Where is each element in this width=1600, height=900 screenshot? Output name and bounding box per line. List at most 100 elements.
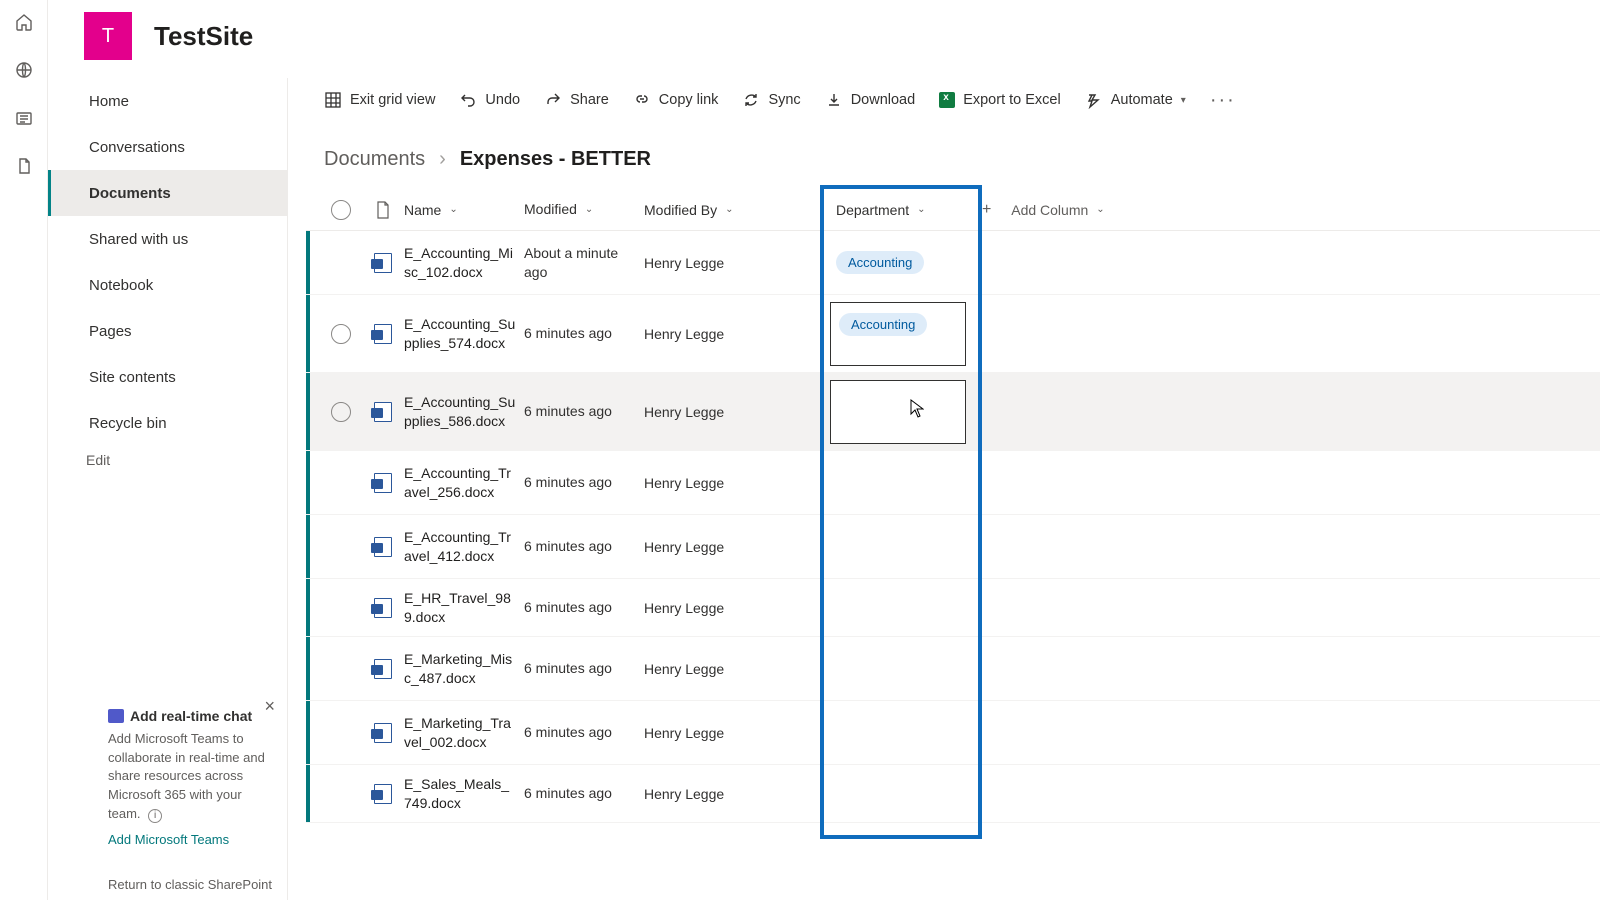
undo-button[interactable]: Undo [459, 91, 520, 109]
department-cell[interactable] [824, 515, 982, 578]
site-header: T TestSite [48, 0, 1600, 72]
modified-by: Henry Legge [644, 451, 824, 514]
file-name[interactable]: E_Accounting_Supplies_574.docx [404, 315, 516, 353]
flow-icon [1085, 91, 1103, 109]
file-name[interactable]: E_HR_Travel_989.docx [404, 589, 516, 627]
table-row[interactable]: E_Accounting_Misc_102.docxAbout a minute… [306, 231, 1600, 295]
add-column-button[interactable]: + Add Column⌄ [982, 201, 1105, 219]
row-selector[interactable] [320, 231, 362, 294]
table-row[interactable]: E_Marketing_Travel_002.docx6 minutes ago… [306, 701, 1600, 765]
home-icon[interactable] [14, 12, 34, 32]
row-selector[interactable] [320, 451, 362, 514]
automate-label: Automate [1111, 92, 1173, 108]
file-name[interactable]: E_Accounting_Supplies_586.docx [404, 393, 516, 431]
download-button[interactable]: Download [825, 91, 916, 109]
automate-button[interactable]: Automate ▾ [1085, 91, 1186, 109]
word-doc-icon [362, 231, 404, 294]
chevron-down-icon: ⌄ [449, 204, 457, 215]
table-row[interactable]: E_Marketing_Misc_487.docx6 minutes agoHe… [306, 637, 1600, 701]
classic-sharepoint-link[interactable]: Return to classic SharePoint [108, 877, 273, 892]
close-icon[interactable]: × [264, 696, 275, 717]
modified-by: Henry Legge [644, 765, 824, 822]
breadcrumb: Documents › Expenses - BETTER [288, 122, 1600, 189]
file-name[interactable]: E_Accounting_Travel_256.docx [404, 464, 516, 502]
chat-card-title: Add real-time chat [130, 708, 252, 724]
row-selector[interactable] [320, 373, 362, 450]
department-edit-cell[interactable] [830, 380, 966, 444]
department-cell[interactable] [824, 701, 982, 764]
row-selector[interactable] [320, 295, 362, 372]
share-button[interactable]: Share [544, 91, 609, 109]
file-name[interactable]: E_Sales_Meals_749.docx [404, 775, 516, 813]
sidebar-item-recycle-bin[interactable]: Recycle bin [48, 400, 287, 446]
table-row[interactable]: E_Accounting_Supplies_586.docx6 minutes … [306, 373, 1600, 451]
word-doc-icon [362, 295, 404, 372]
row-selector[interactable] [320, 765, 362, 822]
department-tag[interactable]: Accounting [836, 251, 924, 274]
sync-label: Sync [768, 92, 800, 108]
department-cell[interactable] [824, 637, 982, 700]
modified-date: 6 minutes ago [524, 295, 644, 372]
table-row[interactable]: E_Accounting_Travel_412.docx6 minutes ag… [306, 515, 1600, 579]
department-cell[interactable] [824, 373, 982, 450]
sidebar-item-home[interactable]: Home [48, 78, 287, 124]
sidebar-item-shared-with-us[interactable]: Shared with us [48, 216, 287, 262]
modified-by-column-header[interactable]: Modified By⌄ [644, 202, 734, 218]
row-selector[interactable] [320, 701, 362, 764]
copy-link-label: Copy link [659, 92, 719, 108]
modified-column-header[interactable]: Modified⌄ [524, 200, 593, 218]
department-cell[interactable]: Accounting [824, 231, 982, 294]
sidebar-item-documents[interactable]: Documents [48, 170, 287, 216]
department-cell[interactable] [824, 765, 982, 822]
nav-edit-link[interactable]: Edit [48, 452, 287, 468]
table-row[interactable]: E_Accounting_Travel_256.docx6 minutes ag… [306, 451, 1600, 515]
more-commands-button[interactable]: ··· [1210, 90, 1236, 110]
name-column-header[interactable]: Name⌄ [404, 202, 458, 218]
department-cell[interactable] [824, 579, 982, 636]
file-icon[interactable] [14, 156, 34, 176]
table-row[interactable]: E_Sales_Meals_749.docx6 minutes agoHenry… [306, 765, 1600, 823]
file-name[interactable]: E_Marketing_Travel_002.docx [404, 714, 516, 752]
row-selector[interactable] [320, 637, 362, 700]
file-name[interactable]: E_Accounting_Travel_412.docx [404, 528, 516, 566]
department-tag[interactable]: Accounting [839, 313, 927, 336]
department-edit-cell[interactable]: Accounting [830, 302, 966, 366]
modified-by: Henry Legge [644, 295, 824, 372]
file-name[interactable]: E_Accounting_Misc_102.docx [404, 244, 516, 282]
department-cell[interactable]: Accounting [824, 295, 982, 372]
sidebar-item-site-contents[interactable]: Site contents [48, 354, 287, 400]
department-cell[interactable] [824, 451, 982, 514]
export-excel-button[interactable]: Export to Excel [939, 92, 1061, 108]
share-icon [544, 91, 562, 109]
export-excel-label: Export to Excel [963, 92, 1061, 108]
exit-grid-button[interactable]: Exit grid view [324, 91, 435, 109]
site-title[interactable]: TestSite [154, 21, 253, 52]
row-selector[interactable] [320, 515, 362, 578]
info-icon[interactable]: i [148, 809, 162, 823]
word-doc-icon [362, 451, 404, 514]
chevron-down-icon: ⌄ [585, 203, 593, 216]
file-type-column[interactable] [362, 189, 404, 230]
word-doc-icon [362, 515, 404, 578]
undo-label: Undo [485, 92, 520, 108]
word-doc-icon [362, 373, 404, 450]
breadcrumb-root[interactable]: Documents [324, 148, 425, 171]
row-selector[interactable] [320, 579, 362, 636]
copy-link-button[interactable]: Copy link [633, 91, 719, 109]
news-icon[interactable] [14, 108, 34, 128]
select-all-column[interactable] [320, 189, 362, 230]
sidebar-item-notebook[interactable]: Notebook [48, 262, 287, 308]
sidebar-item-conversations[interactable]: Conversations [48, 124, 287, 170]
link-icon [633, 91, 651, 109]
table-row[interactable]: E_HR_Travel_989.docx6 minutes agoHenry L… [306, 579, 1600, 637]
department-column-header[interactable]: Department⌄ [836, 202, 926, 218]
file-name[interactable]: E_Marketing_Misc_487.docx [404, 650, 516, 688]
sync-button[interactable]: Sync [742, 91, 800, 109]
modified-by: Henry Legge [644, 637, 824, 700]
globe-icon[interactable] [14, 60, 34, 80]
site-logo[interactable]: T [84, 12, 132, 60]
add-teams-link[interactable]: Add Microsoft Teams [108, 832, 273, 847]
chat-card-desc: Add Microsoft Teams to collaborate in re… [108, 731, 265, 821]
sidebar-item-pages[interactable]: Pages [48, 308, 287, 354]
table-row[interactable]: E_Accounting_Supplies_574.docx6 minutes … [306, 295, 1600, 373]
